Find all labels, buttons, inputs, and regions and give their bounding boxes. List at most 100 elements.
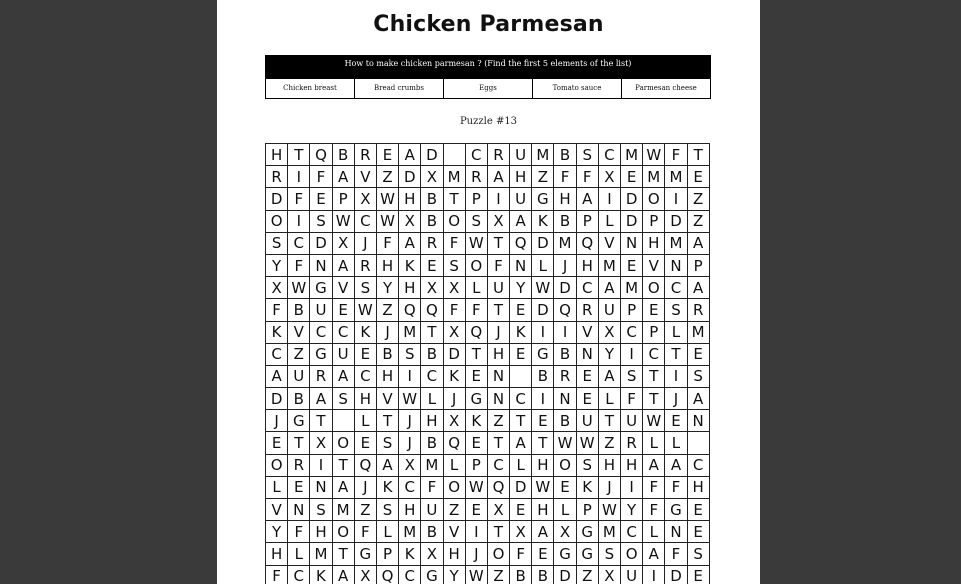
grid-cell[interactable]: A bbox=[576, 188, 599, 211]
grid-cell[interactable]: S bbox=[332, 388, 355, 411]
grid-cell[interactable]: H bbox=[687, 476, 710, 499]
grid-cell[interactable]: Q bbox=[554, 299, 577, 322]
grid-cell[interactable]: A bbox=[332, 254, 355, 278]
grid-cell[interactable]: J bbox=[487, 321, 511, 344]
grid-cell[interactable]: E bbox=[465, 365, 488, 389]
grid-cell[interactable]: X bbox=[421, 166, 444, 189]
grid-cell[interactable]: E bbox=[643, 299, 666, 322]
grid-cell[interactable]: A bbox=[399, 232, 422, 255]
grid-cell[interactable]: G bbox=[576, 543, 599, 566]
grid-cell[interactable]: W bbox=[532, 476, 555, 499]
grid-cell[interactable]: M bbox=[598, 521, 621, 544]
grid-cell[interactable]: Q bbox=[443, 432, 466, 455]
grid-cell[interactable]: H bbox=[376, 254, 400, 278]
grid-cell[interactable]: B bbox=[288, 299, 311, 322]
grid-cell[interactable]: H bbox=[421, 410, 444, 433]
grid-cell[interactable]: N bbox=[576, 343, 599, 366]
grid-cell[interactable]: B bbox=[421, 210, 444, 233]
grid-cell[interactable]: E bbox=[532, 543, 555, 566]
grid-cell[interactable]: Q bbox=[510, 232, 533, 255]
grid-cell[interactable]: C bbox=[510, 388, 533, 411]
grid-cell[interactable]: T bbox=[421, 321, 444, 344]
grid-cell[interactable]: E bbox=[354, 343, 377, 366]
grid-cell[interactable]: B bbox=[421, 432, 444, 455]
grid-cell[interactable]: F bbox=[487, 254, 511, 278]
grid-cell[interactable]: Y bbox=[621, 499, 644, 522]
grid-cell[interactable]: M bbox=[310, 543, 333, 566]
grid-cell[interactable]: P bbox=[465, 188, 488, 211]
grid-cell[interactable]: L bbox=[643, 432, 666, 455]
grid-cell[interactable]: A bbox=[598, 277, 621, 300]
grid-cell[interactable]: L bbox=[465, 277, 488, 300]
grid-cell[interactable]: E bbox=[621, 166, 644, 189]
grid-cell[interactable]: Q bbox=[377, 565, 400, 584]
grid-cell[interactable]: N bbox=[510, 254, 533, 278]
grid-cell[interactable]: K bbox=[532, 210, 555, 233]
grid-cell[interactable]: W bbox=[332, 210, 355, 233]
grid-cell[interactable]: R bbox=[621, 432, 644, 455]
grid-cell[interactable]: I bbox=[310, 454, 333, 477]
grid-cell[interactable]: L bbox=[665, 432, 688, 455]
grid-cell[interactable]: H bbox=[354, 388, 377, 411]
grid-cell[interactable]: U bbox=[510, 144, 533, 167]
grid-cell[interactable]: E bbox=[688, 565, 710, 584]
grid-cell[interactable]: V bbox=[266, 499, 289, 522]
grid-cell[interactable]: E bbox=[288, 476, 311, 499]
grid-cell[interactable]: B bbox=[421, 188, 444, 211]
grid-cell[interactable]: T bbox=[487, 232, 511, 255]
grid-cell[interactable]: U bbox=[310, 299, 333, 322]
grid-cell[interactable]: Z bbox=[376, 166, 400, 189]
grid-cell[interactable] bbox=[332, 410, 355, 433]
grid-cell[interactable]: U bbox=[621, 565, 644, 584]
grid-cell[interactable]: N bbox=[665, 521, 688, 544]
grid-cell[interactable]: B bbox=[532, 365, 555, 389]
grid-cell[interactable]: D bbox=[310, 232, 333, 255]
grid-cell[interactable]: G bbox=[354, 543, 377, 566]
grid-cell[interactable]: O bbox=[643, 277, 666, 300]
grid-cell[interactable]: K bbox=[510, 321, 533, 344]
grid-cell[interactable]: J bbox=[376, 321, 400, 344]
grid-cell[interactable]: K bbox=[399, 254, 422, 278]
grid-cell[interactable]: L bbox=[266, 476, 289, 499]
grid-cell[interactable]: F bbox=[665, 144, 688, 167]
grid-cell[interactable]: J bbox=[465, 543, 488, 566]
grid-cell[interactable]: S bbox=[354, 277, 377, 300]
grid-cell[interactable]: L bbox=[598, 388, 621, 411]
grid-cell[interactable]: N bbox=[687, 410, 710, 433]
grid-cell[interactable]: L bbox=[421, 388, 444, 411]
grid-cell[interactable]: D bbox=[399, 166, 422, 189]
grid-cell[interactable]: T bbox=[310, 410, 333, 433]
grid-cell[interactable]: C bbox=[665, 277, 688, 300]
grid-cell[interactable]: F bbox=[443, 232, 466, 255]
grid-cell[interactable]: D bbox=[665, 565, 688, 584]
grid-cell[interactable]: G bbox=[554, 543, 577, 566]
grid-cell[interactable]: A bbox=[687, 232, 710, 255]
grid-cell[interactable]: R bbox=[266, 166, 289, 189]
grid-cell[interactable]: C bbox=[332, 321, 355, 344]
grid-cell[interactable]: X bbox=[399, 454, 422, 477]
grid-cell[interactable]: P bbox=[332, 188, 355, 211]
grid-cell[interactable]: A bbox=[643, 543, 666, 566]
grid-cell[interactable]: P bbox=[687, 254, 710, 278]
grid-cell[interactable]: X bbox=[421, 277, 444, 300]
grid-cell[interactable]: Z bbox=[487, 410, 511, 433]
grid-cell[interactable]: K bbox=[266, 321, 289, 344]
grid-cell[interactable]: K bbox=[576, 476, 599, 499]
grid-cell[interactable]: E bbox=[354, 432, 377, 455]
grid-cell[interactable]: A bbox=[310, 388, 333, 411]
grid-cell[interactable]: S bbox=[310, 210, 333, 233]
grid-cell[interactable]: R bbox=[687, 299, 710, 322]
grid-cell[interactable]: A bbox=[643, 454, 666, 477]
grid-cell[interactable]: X bbox=[266, 277, 289, 300]
grid-cell[interactable]: W bbox=[465, 232, 488, 255]
grid-cell[interactable]: H bbox=[399, 277, 422, 300]
grid-cell[interactable]: A bbox=[532, 521, 555, 544]
grid-cell[interactable]: P bbox=[376, 543, 400, 566]
grid-cell[interactable]: R bbox=[554, 365, 577, 389]
grid-cell[interactable]: X bbox=[421, 543, 444, 566]
grid-cell[interactable]: J bbox=[354, 476, 377, 499]
grid-cell[interactable]: M bbox=[621, 277, 644, 300]
grid-cell[interactable]: R bbox=[354, 144, 377, 167]
grid-cell[interactable]: P bbox=[576, 210, 599, 233]
grid-cell[interactable]: G bbox=[576, 521, 599, 544]
